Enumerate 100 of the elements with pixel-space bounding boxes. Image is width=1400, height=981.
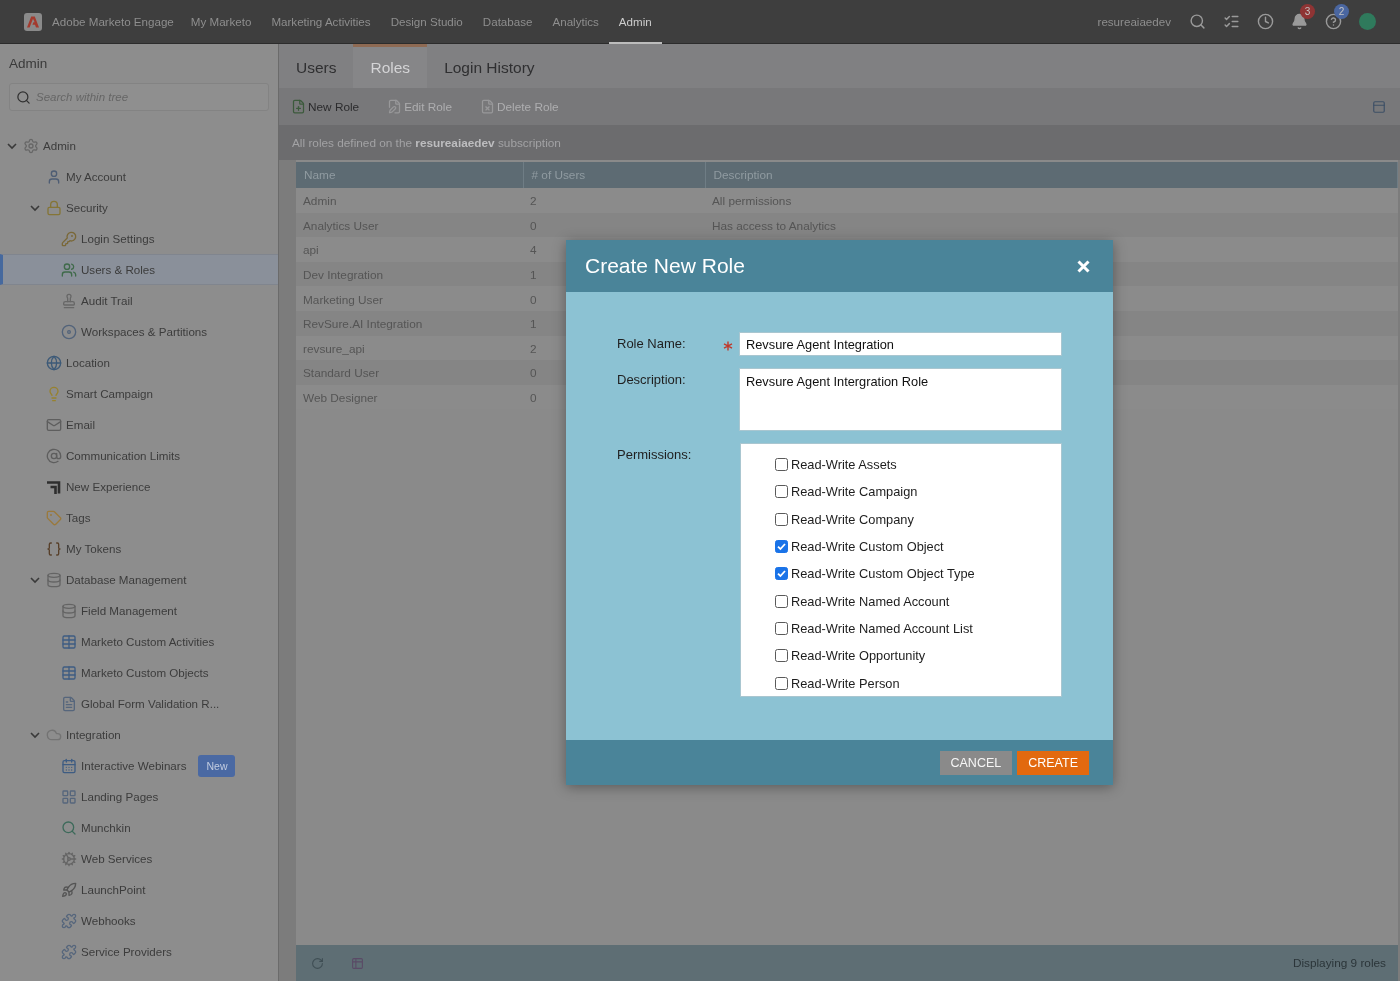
key-icon — [61, 230, 77, 247]
notifications-icon[interactable] — [1291, 13, 1308, 30]
layout-grid-icon — [61, 788, 77, 805]
tab[interactable]: Login History — [427, 44, 552, 88]
nav-link[interactable]: Database — [472, 0, 543, 44]
tree-item[interactable]: Location — [0, 347, 278, 378]
tree-item[interactable]: Web Services — [0, 843, 278, 874]
search-icon[interactable] — [1189, 13, 1206, 30]
database-icon — [61, 602, 77, 619]
tree-item[interactable]: Workspaces & Partitions — [0, 316, 278, 347]
checkbox[interactable] — [775, 621, 788, 635]
person-icon — [46, 168, 62, 185]
tree-item[interactable]: Login Settings — [0, 223, 278, 254]
braces-icon — [46, 540, 62, 557]
close-icon[interactable] — [1077, 259, 1090, 273]
checkbox[interactable] — [775, 567, 788, 581]
stamp-icon — [61, 292, 77, 309]
chevron-down-icon[interactable] — [30, 729, 40, 740]
tree-item[interactable]: Field Management — [0, 595, 278, 626]
checkbox[interactable] — [775, 649, 788, 663]
document-icon — [61, 695, 77, 712]
tree-item[interactable]: Audit Trail — [0, 285, 278, 316]
tree-item[interactable]: Munchkin — [0, 812, 278, 843]
chevron-down-icon[interactable] — [30, 574, 40, 585]
tree-item[interactable]: New Experience — [0, 471, 278, 502]
help-icon[interactable] — [1325, 13, 1342, 30]
tree-item[interactable]: My Account — [0, 161, 278, 192]
checkbox-label[interactable]: Read-Write Person — [791, 675, 900, 691]
textarea-field[interactable]: Revsure Agent Intergration Role — [739, 368, 1062, 431]
tab[interactable]: Roles — [353, 44, 428, 88]
tree-item[interactable]: Marketo Custom Objects — [0, 657, 278, 688]
nav-link[interactable]: My Marketo — [180, 0, 262, 44]
tree-item[interactable]: My Tokens — [0, 533, 278, 564]
checkbox-label[interactable]: Read-Write Named Account — [791, 593, 950, 609]
tree-item[interactable]: Communication Limits — [0, 440, 278, 471]
field-label: Description: — [617, 371, 686, 389]
checklist-icon[interactable] — [1223, 13, 1240, 30]
input-field[interactable]: Revsure Agent Integration — [739, 332, 1062, 356]
tree-item[interactable]: Landing Pages — [0, 781, 278, 812]
rocket-icon — [61, 881, 77, 898]
tree-item[interactable]: Email — [0, 409, 278, 440]
checkbox[interactable] — [775, 485, 788, 499]
chevron-down-icon[interactable] — [30, 202, 40, 213]
tree-item[interactable]: Tags — [0, 502, 278, 533]
lightbulb-icon — [46, 385, 62, 402]
tree-item[interactable]: Service Providers — [0, 936, 278, 967]
tree-item[interactable]: Marketo Custom Activities — [0, 626, 278, 657]
checkbox[interactable] — [775, 540, 788, 554]
tree-item[interactable]: Database Management — [0, 564, 278, 595]
disc-icon — [61, 323, 77, 340]
notification-count: 3 — [1300, 4, 1315, 19]
checkbox-label[interactable]: Read-Write Company — [791, 511, 914, 527]
envelope-icon — [46, 416, 62, 433]
checkbox-label[interactable]: Read-Write Named Account List — [791, 620, 973, 636]
nav-link[interactable]: Design Studio — [380, 0, 473, 44]
tree-item[interactable]: Webhooks — [0, 905, 278, 936]
create-button[interactable]: CREATE — [1017, 750, 1089, 775]
tree-item[interactable]: LaunchPoint — [0, 874, 278, 905]
steps-icon — [46, 478, 62, 495]
tree-item[interactable]: Users & Roles — [0, 254, 278, 285]
checkbox[interactable] — [775, 676, 788, 690]
database-icon — [46, 571, 62, 588]
tree-item[interactable]: Global Form Validation R... — [0, 688, 278, 719]
checkbox-label[interactable]: Read-Write Custom Object — [791, 539, 944, 555]
cog-icon — [61, 850, 77, 867]
checkbox[interactable] — [775, 594, 788, 608]
tree-item[interactable]: Security — [0, 192, 278, 223]
username[interactable]: resureaiaedev — [1097, 15, 1171, 28]
tree-item[interactable]: Smart Campaign — [0, 378, 278, 409]
cancel-button[interactable]: CANCEL — [939, 750, 1013, 775]
tree-item[interactable]: Interactive Webinars New — [0, 750, 278, 781]
chevron-down-icon[interactable] — [7, 140, 17, 151]
checkbox-label[interactable]: Read-Write Campaign — [791, 484, 918, 500]
checkbox-label[interactable]: Read-Write Custom Object Type — [791, 566, 975, 582]
checkbox-label[interactable]: Read-Write Opportunity — [791, 648, 926, 664]
avatar-icon[interactable] — [1359, 13, 1376, 30]
app-name: Adobe Marketo Engage — [52, 15, 174, 28]
tab[interactable]: Users — [279, 44, 354, 88]
checkbox[interactable] — [775, 512, 788, 526]
people-icon — [61, 261, 77, 278]
file-pencil-icon — [387, 99, 403, 114]
file-x-icon — [480, 99, 495, 114]
dialog-title: Create New Role — [585, 254, 745, 278]
toolbar-button[interactable]: New Role — [291, 99, 360, 114]
field-label: Role Name: — [617, 335, 686, 353]
tree-item[interactable]: Admin — [0, 130, 278, 161]
sidebar-title: Admin — [8, 55, 49, 73]
tree-item[interactable]: Integration — [0, 719, 278, 750]
help-count: 2 — [1334, 4, 1349, 19]
logo-icon[interactable] — [24, 12, 42, 31]
clock-icon[interactable] — [1257, 13, 1274, 30]
checkbox[interactable] — [775, 458, 788, 472]
nav-link[interactable]: Marketing Activities — [261, 0, 381, 44]
puzzle-icon — [61, 912, 77, 929]
permissions-list[interactable] — [740, 443, 1062, 697]
table-icon — [61, 633, 77, 650]
nav-link[interactable]: Analytics — [542, 0, 609, 44]
gear-icon — [23, 137, 39, 154]
checkbox-label[interactable]: Read-Write Assets — [791, 457, 897, 473]
globe-icon — [46, 354, 62, 371]
